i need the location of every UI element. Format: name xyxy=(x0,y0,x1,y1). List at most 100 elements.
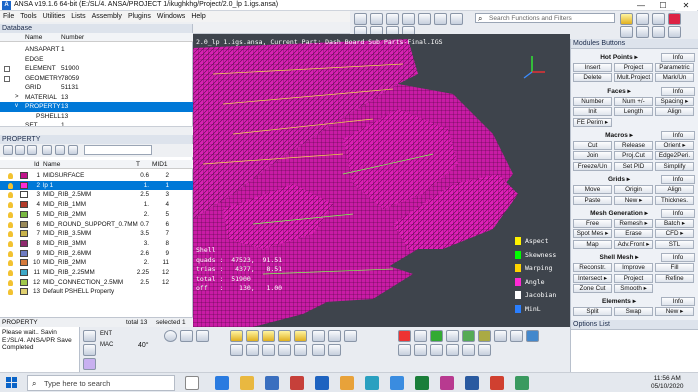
menu-help[interactable]: Help xyxy=(188,11,208,22)
menu-plugins[interactable]: Plugins xyxy=(125,11,154,22)
module-button[interactable]: Length xyxy=(614,107,653,117)
color-swatch[interactable] xyxy=(20,288,28,296)
db-row-material[interactable]: > MATERIAL 13 xyxy=(0,93,193,103)
lightbulb-icon[interactable] xyxy=(8,250,13,257)
module-button[interactable]: Improve xyxy=(614,263,653,273)
menu-assembly[interactable]: Assembly xyxy=(89,11,125,22)
module-button[interactable]: Init xyxy=(573,107,612,117)
toolbar-icon[interactable] xyxy=(294,330,307,342)
module-button[interactable]: Remesh ▸ xyxy=(614,219,653,228)
toolbar-icon[interactable] xyxy=(328,344,341,356)
property-row[interactable]: 13 Default PSHELL Property xyxy=(0,287,193,297)
tree-icon[interactable] xyxy=(55,145,65,155)
toolbar-icon[interactable] xyxy=(278,344,291,356)
toolbar-icon[interactable] xyxy=(636,13,649,25)
clock[interactable]: 11:56 AM 05/10/2020 xyxy=(651,375,684,391)
app-icon[interactable] xyxy=(515,376,529,390)
forward-icon[interactable] xyxy=(15,145,25,155)
color-swatch[interactable] xyxy=(20,269,28,276)
module-button[interactable]: Refine xyxy=(655,273,694,283)
module-button[interactable]: Erase xyxy=(614,229,653,239)
db-row-ansapart[interactable]: ANSAPART 1 xyxy=(0,45,193,55)
module-button[interactable]: Freeze/Un xyxy=(573,161,612,171)
property-row[interactable]: 9 MID_RIB_2.6MM 2.6 9 xyxy=(0,249,193,259)
module-button[interactable]: Set PID xyxy=(614,161,653,171)
toolbar-icon[interactable] xyxy=(450,13,463,25)
property-row[interactable]: 10 MID_RIB_2MM 2. 11 xyxy=(0,258,193,268)
property-row[interactable]: 2 lp 1 1. 1 xyxy=(0,180,193,191)
section-macros[interactable]: Macros ▸ xyxy=(571,131,667,140)
module-button[interactable]: Intersect ▸ xyxy=(573,273,612,283)
module-button[interactable]: New ▸ xyxy=(614,195,653,205)
toolbar-icon[interactable] xyxy=(430,330,443,342)
toolbar-icon[interactable] xyxy=(354,13,367,25)
toolbar-icon[interactable] xyxy=(344,330,357,342)
db-row-element[interactable]: ELEMENT 51900 xyxy=(0,64,193,74)
toolbar-icon[interactable] xyxy=(510,330,523,342)
lightbulb-icon[interactable] xyxy=(8,260,13,267)
module-button[interactable]: Simplify xyxy=(655,161,694,171)
module-button[interactable]: CFD ▸ xyxy=(655,229,694,239)
info-button[interactable]: Info xyxy=(661,209,695,218)
toolbar-icon[interactable] xyxy=(278,330,291,342)
color-swatch[interactable] xyxy=(20,220,28,228)
chevron-right-icon[interactable]: > xyxy=(15,93,19,103)
lightbulb-icon[interactable] xyxy=(8,221,13,228)
color-swatch[interactable] xyxy=(20,191,28,199)
app-icon[interactable] xyxy=(290,376,304,390)
color-swatch[interactable] xyxy=(20,239,28,247)
section-elements[interactable]: Elements ▸ xyxy=(571,297,667,306)
property-search-input[interactable] xyxy=(84,145,152,155)
toolbar-icon[interactable] xyxy=(418,13,431,25)
chevron-down-icon[interactable]: v xyxy=(15,102,18,112)
toolbar-icon[interactable] xyxy=(434,13,447,25)
toolbar-icon[interactable] xyxy=(620,26,633,38)
lightbulb-icon[interactable] xyxy=(8,279,13,286)
app-icon[interactable] xyxy=(490,376,504,390)
color-swatch[interactable] xyxy=(20,172,28,179)
toolbar-icon[interactable] xyxy=(246,344,259,356)
section-shellmesh[interactable]: Shell Mesh ▸ xyxy=(571,253,667,262)
store-icon[interactable] xyxy=(265,376,279,390)
property-row[interactable]: 5 MID_RIB_2MM 2. 5 xyxy=(0,210,193,220)
property-row[interactable]: 6 MID_ROUND_SUPPORT_0.7MM 0.7 6 xyxy=(0,220,193,230)
toolbar-icon[interactable] xyxy=(370,13,383,25)
close-button[interactable]: ✕ xyxy=(675,0,697,11)
toolbar-icon[interactable] xyxy=(180,330,193,342)
info-button[interactable]: Info xyxy=(661,253,695,263)
toolbar-icon[interactable] xyxy=(230,330,243,342)
angle-value[interactable]: 40° xyxy=(138,342,149,349)
toolbar-icon[interactable] xyxy=(402,13,415,25)
menu-lists[interactable]: Lists xyxy=(68,11,88,22)
color-swatch[interactable] xyxy=(20,259,28,267)
word-icon[interactable] xyxy=(315,376,329,390)
module-button[interactable]: Move xyxy=(573,185,612,195)
toolbar-icon[interactable] xyxy=(328,330,341,342)
lightbulb-icon[interactable] xyxy=(8,182,13,189)
toolbar-icon[interactable] xyxy=(478,344,491,356)
toolbar-icon[interactable] xyxy=(386,13,399,25)
toolbar-icon[interactable] xyxy=(83,330,96,342)
excel-icon[interactable] xyxy=(415,376,429,390)
toolbar-icon[interactable] xyxy=(446,330,459,342)
property-row[interactable]: 11 MID_RIB_2.25MM 2.25 12 xyxy=(0,268,193,278)
toolbar-icon[interactable] xyxy=(494,330,507,342)
module-button[interactable]: Align xyxy=(655,185,694,195)
module-button[interactable]: Paste xyxy=(573,195,612,205)
module-button[interactable]: Free xyxy=(573,219,612,228)
property-row[interactable]: 12 MID_CONNECTION_2.5MM 2.5 12 xyxy=(0,278,193,288)
section-faces[interactable]: Faces ▸ xyxy=(571,87,667,96)
toolbar-icon[interactable] xyxy=(526,330,539,342)
toolbar-icon[interactable] xyxy=(652,26,665,38)
back-icon[interactable] xyxy=(3,145,13,155)
lightbulb-icon[interactable] xyxy=(8,173,13,179)
property-row[interactable]: 1 MIDSURFACE 0.6 2 xyxy=(0,171,193,181)
toolbar-icon[interactable] xyxy=(462,330,475,342)
windows-start-icon[interactable] xyxy=(6,377,18,389)
toolbar-icon[interactable] xyxy=(83,358,96,370)
checkbox[interactable] xyxy=(4,66,10,72)
toolbar-icon[interactable] xyxy=(230,344,243,356)
toolbar-icon[interactable] xyxy=(414,344,427,356)
module-button[interactable]: Proj.Cut xyxy=(614,151,653,161)
module-button[interactable]: Mark/Un xyxy=(655,73,694,83)
